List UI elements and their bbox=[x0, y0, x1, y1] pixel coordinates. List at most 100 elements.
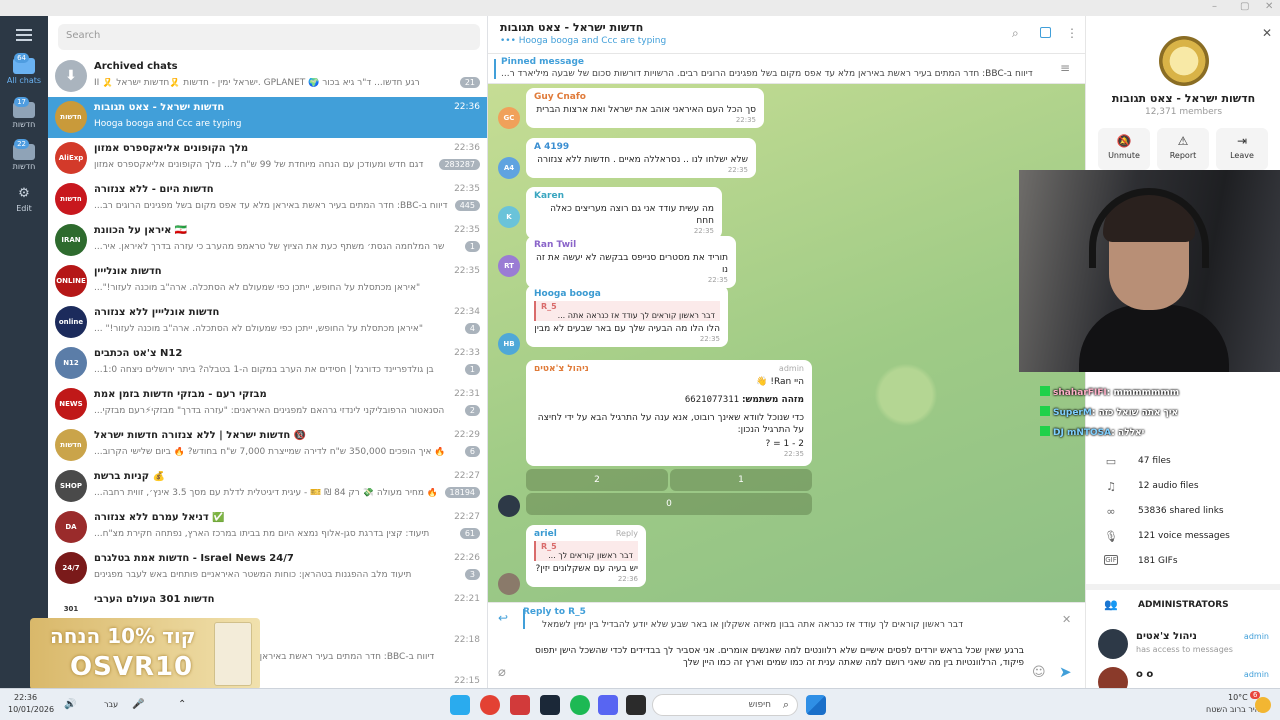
minimize-button[interactable]: – bbox=[1212, 1, 1217, 12]
reply-arrow-icon: ↩ bbox=[498, 611, 509, 625]
chat-row[interactable]: AliExp מלך הקופונים אליאקספרס אמזון 22:36 ד… bbox=[48, 138, 487, 179]
quoted-message[interactable]: R_5 דבר ראשון קוראים לך עודד אז כנראה את… bbox=[534, 301, 720, 321]
sliders-icon: ⚙ bbox=[18, 186, 30, 201]
message-text: תוריד את מסטרים סנייפס בבקשה לא יעשה את … bbox=[536, 253, 728, 275]
search-input[interactable]: Search bbox=[58, 24, 480, 50]
message-time: 22:36 bbox=[617, 575, 638, 583]
send-icon[interactable]: ➤ bbox=[1059, 663, 1072, 681]
message-bubble[interactable]: ariel Reply R_5 דבר ראשון קוראים לך ... … bbox=[526, 525, 646, 587]
cancel-reply-icon[interactable]: ✕ bbox=[1062, 613, 1071, 626]
bot-message-bubble[interactable]: ניהול צ'אטים admin היי Ran! 👋 מזהה משתמש… bbox=[526, 360, 812, 466]
chat-row[interactable]: DA דניאל עמרם ללא צנזורה ✅ 22:27 תיעוד: קצי… bbox=[48, 507, 487, 548]
chat-time: 22:21 bbox=[454, 594, 480, 604]
message-bubble[interactable]: Hooga booga R_5 דבר ראשון קוראים לך עודד… bbox=[526, 285, 728, 347]
chat-name: חדשות אונלייין ללא צנזורה bbox=[94, 307, 220, 318]
clock-date[interactable]: 10/01/2026 bbox=[8, 705, 54, 714]
report-button[interactable]: ⚠ Report bbox=[1157, 128, 1209, 170]
avatar[interactable]: RT bbox=[498, 255, 520, 277]
media-gifs[interactable]: GIF 181 GIFs bbox=[1104, 553, 1274, 573]
bot-avatar[interactable] bbox=[498, 495, 520, 517]
menu-icon[interactable] bbox=[16, 29, 32, 44]
chrome-icon[interactable] bbox=[480, 695, 500, 715]
chat-row[interactable]: N12 צ'אט הכתבים N12 22:33 בן גולדפריינד כדו… bbox=[48, 343, 487, 384]
chat-row[interactable]: חדשות היום חדשות היום - ללא צנזורה 22:35 די… bbox=[48, 179, 487, 220]
admin-row[interactable]: ניהול צ'אטים has access to messages admi… bbox=[1086, 626, 1280, 662]
chat-avatar: N12 bbox=[55, 347, 87, 379]
chat-row[interactable]: חדשות חדשות ישראל - צאט תגובות 22:36 Hooga … bbox=[48, 97, 487, 138]
pinned-message[interactable]: Pinned message דיווח ב-BBC: חדר המתים בע… bbox=[488, 54, 1085, 84]
unread-count: 445 bbox=[454, 200, 480, 211]
message-bubble[interactable]: Karen מה עשית עודד אני גם רוצה מעריצים כ… bbox=[526, 187, 722, 239]
message-author: Karen bbox=[534, 191, 564, 201]
folder-edit[interactable]: ⚙ Edit bbox=[0, 186, 48, 213]
chat-row[interactable]: NEWS מבזקי רעם - מבזקי חדשות בזמן אמת 22:3… bbox=[48, 384, 487, 425]
maximize-button[interactable]: ▢ bbox=[1240, 1, 1249, 12]
close-window-button[interactable]: ✕ bbox=[1265, 1, 1273, 12]
media-label: 53836 shared links bbox=[1138, 506, 1224, 516]
unmute-button[interactable]: 🔕 Unmute bbox=[1098, 128, 1150, 170]
folder-news-1[interactable]: 17 חדשות bbox=[0, 97, 48, 129]
quoted-message[interactable]: R_5 דבר ראשון קוראים לך ... bbox=[534, 541, 638, 561]
message-input[interactable]: ברגע שאין שכל בראש יורדים לפסים אישיים ש… bbox=[532, 645, 1024, 669]
captcha-answer-button[interactable]: 0 bbox=[526, 493, 812, 515]
media-label: 12 audio files bbox=[1138, 481, 1199, 491]
weather-temp[interactable]: 10°C bbox=[1228, 693, 1248, 702]
media-audio[interactable]: ♫ 12 audio files bbox=[1104, 478, 1274, 498]
stream-chat-msg: mmmmmmm bbox=[1113, 388, 1180, 398]
avatar[interactable]: A4 bbox=[498, 157, 520, 179]
chat-row[interactable]: IRAN איראן על הכוונת 🇮🇷 22:35 שר המלחמה הגס… bbox=[48, 220, 487, 261]
more-icon[interactable]: ⋮ bbox=[1066, 27, 1078, 39]
spotify-icon[interactable] bbox=[570, 695, 590, 715]
search-icon[interactable]: ⌕ bbox=[1012, 27, 1024, 39]
media-links[interactable]: ∞ 53836 shared links bbox=[1104, 503, 1274, 523]
mic-tray-icon[interactable]: 🎤 bbox=[132, 699, 144, 710]
app-icon[interactable] bbox=[510, 695, 530, 715]
clock-time[interactable]: 22:36 bbox=[14, 693, 37, 702]
chat-row[interactable]: 24/7 חדשות אמת בטלגרם - Israel News 24/7 2… bbox=[48, 548, 487, 589]
pin-list-icon[interactable]: ≡ bbox=[1060, 62, 1072, 74]
unread-count: 3 bbox=[464, 569, 480, 580]
conversation-title[interactable]: חדשות ישראל - צאט תגובות bbox=[500, 21, 643, 34]
terminal-icon[interactable] bbox=[626, 695, 646, 715]
avatar[interactable]: K bbox=[498, 206, 520, 228]
chat-avatar: חדשות bbox=[55, 429, 87, 461]
chat-row[interactable]: חדשות חדשות ישראל | ללא צנזורה חדשות ישרא… bbox=[48, 425, 487, 466]
close-panel-icon[interactable]: ✕ bbox=[1262, 26, 1272, 40]
start-icon[interactable] bbox=[806, 695, 826, 715]
taskbar-search[interactable]: חיפוש ⌕ bbox=[652, 694, 798, 716]
discord-icon[interactable] bbox=[598, 695, 618, 715]
archived-chats[interactable]: ⬇ Archived chats רגע חדשו... ד"ר גיא בכו… bbox=[48, 56, 487, 97]
leave-button[interactable]: ⇥ Leave bbox=[1216, 128, 1268, 170]
message-time: 22:35 bbox=[699, 335, 720, 343]
chat-row[interactable]: ONLINE חדשות אונלייין 22:35 "איראן מכתסלת ע… bbox=[48, 261, 487, 302]
steam-icon[interactable] bbox=[540, 695, 560, 715]
folder-news-2[interactable]: 22 חדשות bbox=[0, 139, 48, 171]
telegram-icon[interactable] bbox=[450, 695, 470, 715]
reply-button[interactable]: Reply bbox=[616, 529, 638, 539]
chat-preview: תיעוד מלב ההפגנות בטהראן: כוחות המשטר הא… bbox=[94, 570, 412, 580]
folder-all-chats[interactable]: 64 All chats bbox=[0, 53, 48, 85]
folder-badge: 64 bbox=[14, 53, 29, 63]
message-bubble[interactable]: A 4199 שלא ישלחו לנו .. נסראללה מאיים . … bbox=[526, 138, 756, 178]
language-indicator[interactable]: עבר bbox=[104, 700, 118, 709]
user-id-label: מזהה משתמש: bbox=[741, 395, 804, 405]
avatar[interactable]: GC bbox=[498, 107, 520, 129]
message-bubble[interactable]: Ran Twil תוריד את מסטרים סנייפס בבקשה לא… bbox=[526, 236, 736, 288]
media-files[interactable]: ▭ 47 files bbox=[1104, 453, 1274, 473]
avatar[interactable] bbox=[498, 573, 520, 595]
media-voice[interactable]: 🎙 121 voice messages bbox=[1104, 528, 1274, 548]
chat-time: 22:31 bbox=[454, 389, 480, 399]
chat-row[interactable]: online חדשות אונלייין ללא צנזורה 22:34 "איר… bbox=[48, 302, 487, 343]
side-panel-icon[interactable] bbox=[1040, 27, 1051, 38]
tray-chevron-icon[interactable]: ⌃ bbox=[178, 699, 186, 710]
message-bubble[interactable]: Guy Cnafo סך הכל העם האיראני אוהב את ישר… bbox=[526, 88, 764, 128]
attach-icon[interactable]: ⌀ bbox=[498, 665, 506, 680]
captcha-answer-button[interactable]: 1 bbox=[670, 469, 812, 491]
speaker-icon[interactable]: 🔊 bbox=[64, 699, 76, 710]
admin-row[interactable]: o o admin bbox=[1086, 664, 1280, 688]
chat-row[interactable]: SHOP קניות ברשת 💰 22:27 🔥 מחיר מעולה 💸 רק 8… bbox=[48, 466, 487, 507]
avatar-label: ONLINE bbox=[56, 277, 86, 285]
captcha-answer-button[interactable]: 2 bbox=[526, 469, 668, 491]
emoji-icon[interactable]: ☺ bbox=[1032, 665, 1046, 680]
avatar[interactable]: HB bbox=[498, 333, 520, 355]
